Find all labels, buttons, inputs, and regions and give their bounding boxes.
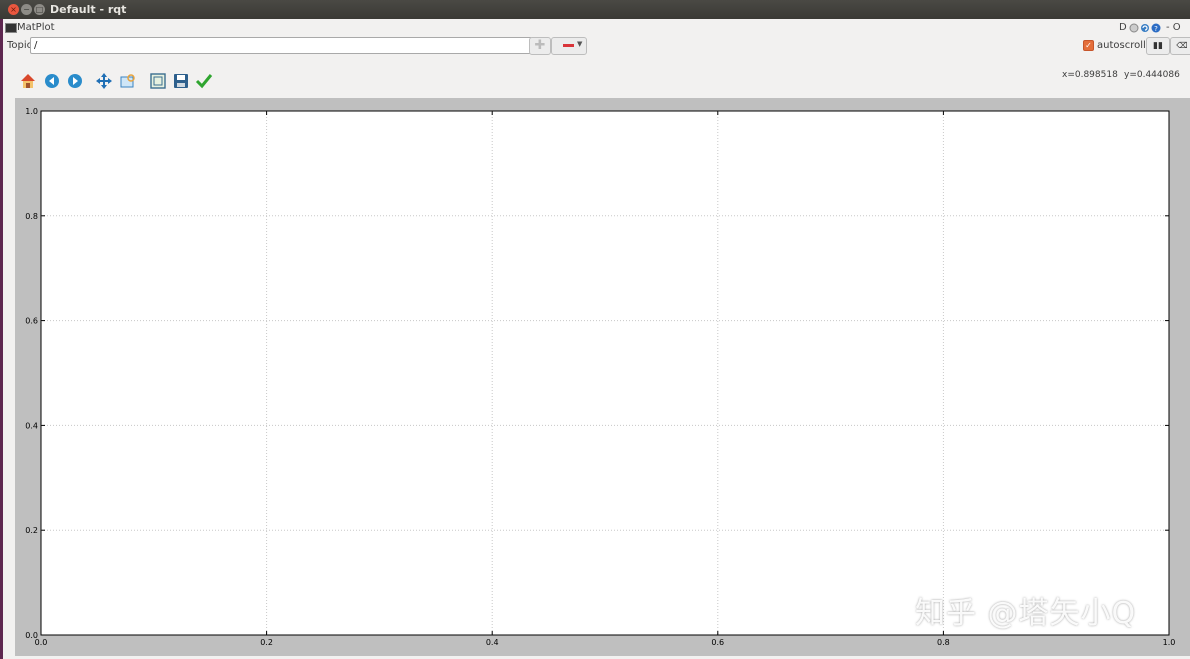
watermark-text: 知乎 @塔矢小Q — [915, 596, 1137, 631]
y-tick-label: 0.8 — [25, 212, 38, 221]
x-tick-label: 0.4 — [486, 638, 499, 647]
x-tick-label: 0.6 — [711, 638, 724, 647]
x-tick-label: 0.8 — [937, 638, 950, 647]
plot-chart: 0.0 0.2 0.4 0.6 0.8 1.00.00.20.40.60.81.0 — [25, 107, 1176, 647]
x-tick-label: 0.2 — [260, 638, 273, 647]
y-tick-label: 0.4 — [25, 421, 38, 430]
y-tick-label: 0.0 — [25, 631, 38, 640]
y-tick-label: 0.2 — [25, 526, 38, 535]
y-tick-label: 0.6 — [25, 317, 38, 326]
plot-axes — [40, 110, 1170, 636]
x-tick-label: 1.0 — [1163, 638, 1176, 647]
y-tick-label: 1.0 — [25, 107, 38, 116]
